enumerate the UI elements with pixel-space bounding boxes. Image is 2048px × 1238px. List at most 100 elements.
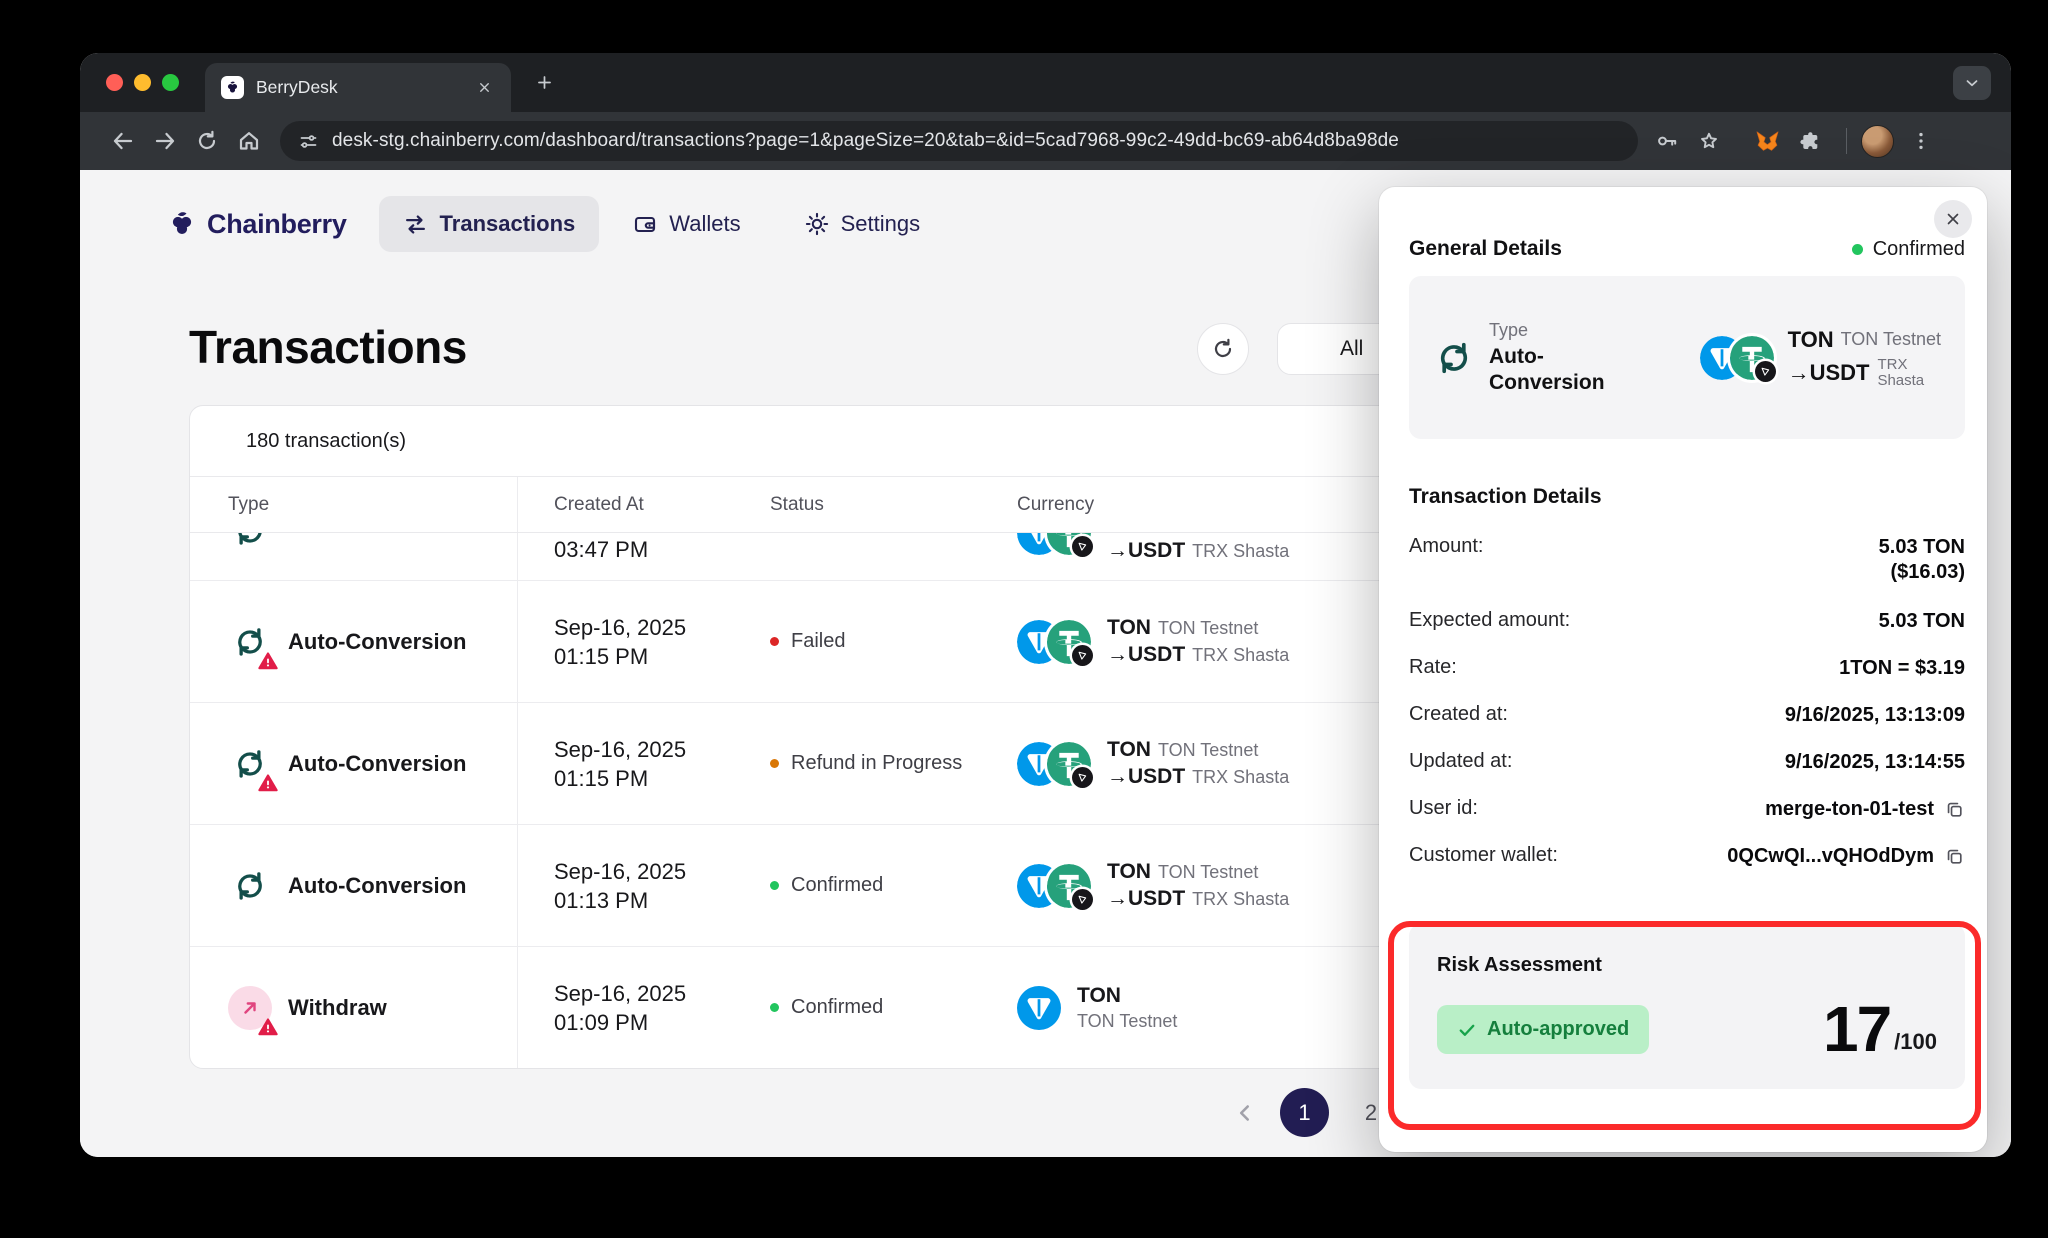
column-header-created-at: Created At [518, 477, 734, 532]
status-dot [770, 637, 779, 646]
site-info-icon[interactable] [298, 131, 319, 152]
maximize-window-button[interactable] [162, 74, 179, 91]
cell-created-date: Sep-16, 2025 [554, 613, 686, 642]
risk-score-scale: /100 [1894, 1029, 1937, 1055]
transactions-swap-icon [403, 212, 428, 237]
currency-from: TON [1107, 860, 1151, 883]
back-button[interactable] [102, 120, 144, 162]
nav-label-transactions: Transactions [440, 211, 576, 237]
summary-to: →USDT [1788, 360, 1870, 386]
copy-user-id-button[interactable] [1944, 799, 1965, 820]
extensions-puzzle-icon[interactable] [1788, 120, 1830, 162]
wallet-icon [633, 212, 657, 236]
auto-conversion-icon [228, 864, 272, 908]
filter-all-label: All [1340, 337, 1363, 361]
cell-created-time: 01:13 PM [554, 886, 686, 915]
browser-tab[interactable]: BerryDesk [205, 63, 511, 112]
forward-button[interactable] [144, 120, 186, 162]
currency-to-network: TRX Shasta [1192, 645, 1289, 665]
ton-icon [1017, 986, 1061, 1030]
panel-header: General Details Confirmed [1409, 237, 1965, 261]
copy-wallet-button[interactable] [1944, 846, 1965, 867]
summary-from-network: TON Testnet [1841, 329, 1941, 350]
cell-status: Failed [791, 630, 845, 653]
chainberry-logo-icon [167, 209, 197, 239]
currency-to-network: TRX Shasta [1192, 889, 1289, 909]
nav-label-wallets: Wallets [669, 211, 740, 237]
detail-row-created-at: Created at: 9/16/2025, 13:13:09 [1409, 703, 1965, 728]
currency-pair-icons [1017, 864, 1091, 908]
currency-from: TON [1107, 616, 1151, 639]
tab-close-icon[interactable] [471, 75, 497, 101]
refresh-button[interactable] [1197, 323, 1249, 375]
cell-type: Auto-Conversion [288, 629, 466, 655]
check-icon [1457, 1020, 1477, 1040]
brand-logo[interactable]: Chainberry [167, 209, 347, 240]
cell-type: Auto-Conversion [288, 873, 466, 899]
transaction-summary-card: Type Auto-Conversion TONTON Testnet →USD… [1409, 276, 1965, 439]
tab-list-chevron-icon[interactable] [1953, 66, 1991, 100]
browser-window: BerryDesk desk-stg.chainberry.com/dashbo… [80, 53, 2011, 1157]
tron-badge-icon [1072, 536, 1093, 557]
status-dot [770, 1003, 779, 1012]
metamask-extension-icon[interactable] [1746, 120, 1788, 162]
currency-to: →USDT [1107, 643, 1185, 666]
auto-approved-label: Auto-approved [1487, 1018, 1629, 1041]
currency-to-network: TRX Shasta [1192, 541, 1289, 561]
panel-title: General Details [1409, 237, 1562, 261]
cell-created-date: Sep-16, 2025 [554, 979, 686, 1008]
detail-row-amount: Amount: 5.03 TON($16.03) [1409, 535, 1965, 585]
currency-pair-icons [1017, 620, 1091, 664]
detail-row-rate: Rate: 1TON = $3.19 [1409, 656, 1965, 681]
url-bar[interactable]: desk-stg.chainberry.com/dashboard/transa… [280, 121, 1638, 161]
panel-close-button[interactable] [1934, 200, 1972, 238]
detail-row-customer-wallet: Customer wallet: 0QCwQI...vQHOdDym [1409, 844, 1965, 869]
nav-item-wallets[interactable]: Wallets [609, 196, 764, 252]
copy-icon [1944, 799, 1965, 820]
currency-from-network: TON Testnet [1158, 618, 1258, 638]
currency-from-network: TON Testnet [1158, 862, 1258, 882]
currency-from-network: TON Testnet [1077, 1011, 1177, 1031]
copy-icon [1944, 846, 1965, 867]
pagination: 1 2 [1232, 1088, 1391, 1137]
cell-created-time: 01:15 PM [554, 764, 686, 793]
browser-toolbar: desk-stg.chainberry.com/dashboard/transa… [80, 112, 2011, 170]
summary-from: TON [1788, 327, 1834, 353]
currency-to: →USDT [1107, 887, 1185, 910]
status-dot [1852, 244, 1863, 255]
transaction-details-heading: Transaction Details [1409, 485, 1965, 509]
auto-approved-badge: Auto-approved [1437, 1005, 1649, 1054]
currency-to: →USDT [1107, 765, 1185, 788]
pagination-page-1[interactable]: 1 [1280, 1088, 1329, 1137]
currency-pair-icons [1700, 336, 1774, 380]
close-window-button[interactable] [106, 74, 123, 91]
risk-assessment-title: Risk Assessment [1437, 954, 1937, 977]
window-controls [106, 74, 179, 91]
nav-item-transactions[interactable]: Transactions [379, 196, 600, 252]
profile-avatar[interactable] [1861, 125, 1894, 158]
tron-badge-icon [1755, 361, 1776, 382]
home-button[interactable] [228, 120, 270, 162]
tab-title: BerryDesk [256, 77, 471, 98]
minimize-window-button[interactable] [134, 74, 151, 91]
app-nav: Chainberry Transactions Wallets Settings [167, 195, 944, 253]
passwords-key-icon[interactable] [1646, 120, 1688, 162]
berrydesk-favicon-icon [221, 76, 244, 99]
cell-created-date: Sep-16, 2025 [554, 857, 686, 886]
browser-menu-icon[interactable] [1900, 120, 1942, 162]
pagination-prev-icon[interactable] [1232, 1100, 1258, 1126]
gear-icon [805, 212, 829, 236]
auto-conversion-icon [228, 620, 272, 664]
nav-item-settings[interactable]: Settings [781, 196, 945, 252]
warning-badge-icon [257, 773, 279, 793]
currency-to: →USDT [1107, 539, 1185, 562]
new-tab-button[interactable] [527, 66, 561, 100]
cell-type: Withdraw [288, 995, 387, 1021]
risk-score: 17 /100 [1823, 1001, 1937, 1059]
bookmark-star-icon[interactable] [1688, 120, 1730, 162]
currency-to-network: TRX Shasta [1192, 767, 1289, 787]
reload-button[interactable] [186, 120, 228, 162]
summary-type-value: Auto-Conversion [1489, 344, 1611, 396]
tron-badge-icon [1072, 889, 1093, 910]
detail-row-updated-at: Updated at: 9/16/2025, 13:14:55 [1409, 750, 1965, 775]
